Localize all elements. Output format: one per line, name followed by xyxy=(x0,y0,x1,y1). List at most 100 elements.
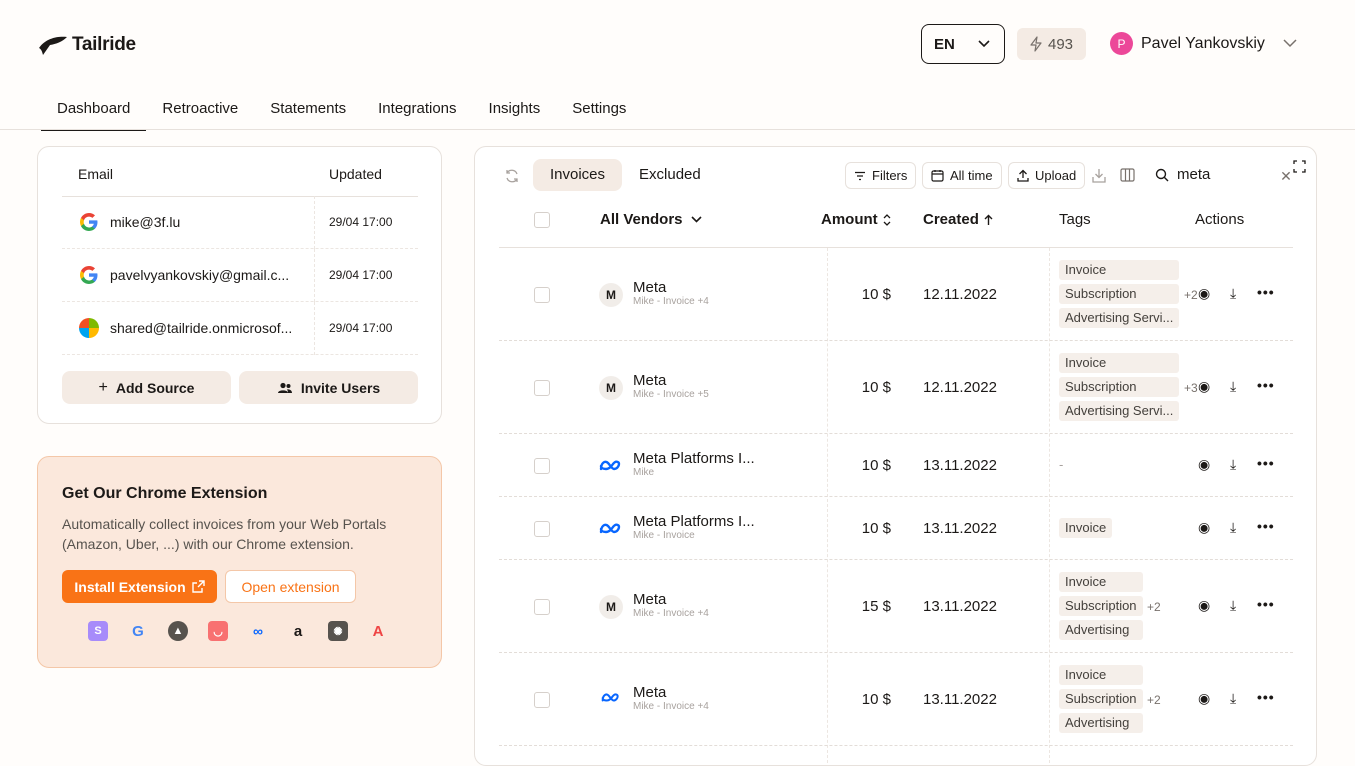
select-all-checkbox[interactable] xyxy=(534,212,550,228)
row-checkbox[interactable] xyxy=(534,287,550,303)
vendor-logo: M xyxy=(599,283,623,307)
tab-dashboard[interactable]: Dashboard xyxy=(41,92,147,131)
install-extension-button[interactable]: Install Extension xyxy=(62,570,217,603)
meta-logo-icon xyxy=(599,460,621,471)
credits-badge[interactable]: 493 xyxy=(1017,28,1086,60)
table-row[interactable]: M Meta Mike - Invoice +4 15 $ 13.11.2022… xyxy=(499,560,1293,653)
filters-button[interactable]: Filters xyxy=(845,162,917,189)
download-icon[interactable]: ⤓ xyxy=(1230,456,1236,473)
search-field[interactable]: meta xyxy=(1155,166,1210,183)
vendors-header[interactable]: All Vendors xyxy=(600,211,702,228)
main-nav: Dashboard Retroactive Statements Integra… xyxy=(41,92,642,131)
tab-settings[interactable]: Settings xyxy=(556,92,642,131)
amount: 10 $ xyxy=(861,520,891,537)
more-tags-count[interactable]: +2 xyxy=(1147,693,1161,707)
created-date: 12.11.2022 xyxy=(923,379,997,396)
refresh-icon[interactable] xyxy=(503,167,521,185)
logo[interactable]: Tailride xyxy=(38,34,136,56)
tag: Advertising Servi... xyxy=(1059,401,1179,421)
google-icon xyxy=(80,213,98,231)
more-icon[interactable]: ••• xyxy=(1257,518,1275,534)
tab-retroactive[interactable]: Retroactive xyxy=(146,92,254,131)
vendor-subtitle: Mike - Invoice +5 xyxy=(633,389,709,400)
invite-users-button[interactable]: Invite Users xyxy=(239,371,418,404)
vendor-subtitle: Mike - Invoice xyxy=(633,530,695,541)
source-row[interactable]: pavelvyankovskiy@gmail.c... 29/04 17:00 xyxy=(62,249,418,302)
vendor-name: Meta Platforms I... xyxy=(633,513,755,530)
updated-column-header: Updated xyxy=(329,166,382,182)
credits-count: 493 xyxy=(1047,35,1074,53)
download-icon[interactable]: ⤓ xyxy=(1230,690,1236,707)
source-row[interactable]: shared@tailride.onmicrosof... 29/04 17:0… xyxy=(62,302,418,355)
table-row[interactable]: M Meta Mike - Invoice +4 10 $ 12.11.2022… xyxy=(499,248,1293,341)
view-icon[interactable]: ◉ xyxy=(1198,519,1210,536)
upload-icon xyxy=(1017,169,1029,182)
shop-icon: ◡ xyxy=(208,621,228,641)
source-row[interactable]: mike@3f.lu 29/04 17:00 xyxy=(62,196,418,249)
more-icon[interactable]: ••• xyxy=(1257,455,1275,471)
row-checkbox[interactable] xyxy=(534,458,550,474)
table-row[interactable]: Meta Mike - Invoice +4 10 $ 13.11.2022 I… xyxy=(499,653,1293,746)
tab-integrations[interactable]: Integrations xyxy=(362,92,472,131)
more-tags-count[interactable]: +2 xyxy=(1147,600,1161,614)
upload-button[interactable]: Upload xyxy=(1008,162,1086,189)
plus-icon: + xyxy=(98,378,108,396)
more-icon[interactable]: ••• xyxy=(1257,377,1275,393)
tag: Advertising Servi... xyxy=(1059,308,1179,328)
vendor-logo: M xyxy=(599,595,623,619)
column-divider xyxy=(314,249,315,302)
amount-header-label: Amount xyxy=(821,211,878,228)
view-icon[interactable]: ◉ xyxy=(1198,285,1210,302)
view-icon[interactable]: ◉ xyxy=(1198,456,1210,473)
created-header[interactable]: Created xyxy=(923,211,993,228)
date-range-button[interactable]: All time xyxy=(922,162,1002,189)
language-select[interactable]: EN xyxy=(921,24,1005,64)
row-checkbox[interactable] xyxy=(534,521,550,537)
row-checkbox[interactable] xyxy=(534,692,550,708)
user-name: Pavel Yankovskiy xyxy=(1141,34,1265,52)
download-icon[interactable]: ⤓ xyxy=(1230,597,1236,614)
tab-excluded[interactable]: Excluded xyxy=(622,159,718,191)
vendor-name: Meta xyxy=(633,372,667,389)
add-source-button[interactable]: + Add Source xyxy=(62,371,231,404)
search-input[interactable]: meta xyxy=(1177,166,1210,183)
view-icon[interactable]: ◉ xyxy=(1198,690,1210,707)
tag: Subscription xyxy=(1059,284,1179,304)
row-checkbox[interactable] xyxy=(534,599,550,615)
arrow-up-icon xyxy=(984,214,993,225)
user-menu[interactable]: P Pavel Yankovskiy xyxy=(1110,32,1297,55)
filters-label: Filters xyxy=(872,168,908,183)
view-icon[interactable]: ◉ xyxy=(1198,597,1210,614)
row-checkbox[interactable] xyxy=(534,380,550,396)
download-icon[interactable]: ⤓ xyxy=(1230,519,1236,536)
tab-statements[interactable]: Statements xyxy=(254,92,362,131)
tab-invoices[interactable]: Invoices xyxy=(533,159,623,191)
download-icon[interactable]: ⤓ xyxy=(1230,378,1236,395)
expand-icon[interactable] xyxy=(1290,157,1308,175)
more-tags-count[interactable]: +3 xyxy=(1184,381,1198,395)
created-date: 13.11.2022 xyxy=(923,598,997,615)
amount-header[interactable]: Amount xyxy=(821,211,891,228)
download-icon[interactable]: ⤓ xyxy=(1230,285,1236,302)
open-extension-button[interactable]: Open extension xyxy=(225,570,356,603)
table-row[interactable]: M Meta Mike - Invoice +5 10 $ 12.11.2022… xyxy=(499,341,1293,434)
sources-header: Email Updated xyxy=(62,165,418,197)
tag: Invoice xyxy=(1059,572,1143,592)
column-divider xyxy=(314,302,315,355)
tag: Invoice xyxy=(1059,260,1179,280)
table-row[interactable]: Meta Platforms I... Mike - Invoice 10 $ … xyxy=(499,497,1293,560)
tab-insights[interactable]: Insights xyxy=(473,92,557,131)
more-icon[interactable]: ••• xyxy=(1257,689,1275,705)
columns-icon[interactable] xyxy=(1118,166,1136,184)
more-icon[interactable]: ••• xyxy=(1257,284,1275,300)
view-icon[interactable]: ◉ xyxy=(1198,378,1210,395)
more-icon[interactable]: ••• xyxy=(1257,596,1275,612)
created-date: 13.11.2022 xyxy=(923,691,997,708)
sort-icon xyxy=(883,213,891,226)
more-tags-count[interactable]: +2 xyxy=(1184,288,1198,302)
table-row[interactable]: Meta Platforms I... Mike 10 $ 13.11.2022… xyxy=(499,434,1293,497)
vendor-name: Meta xyxy=(633,684,667,701)
chevron-down-icon xyxy=(690,216,702,223)
download-icon[interactable] xyxy=(1090,166,1108,184)
column-divider xyxy=(314,196,315,249)
